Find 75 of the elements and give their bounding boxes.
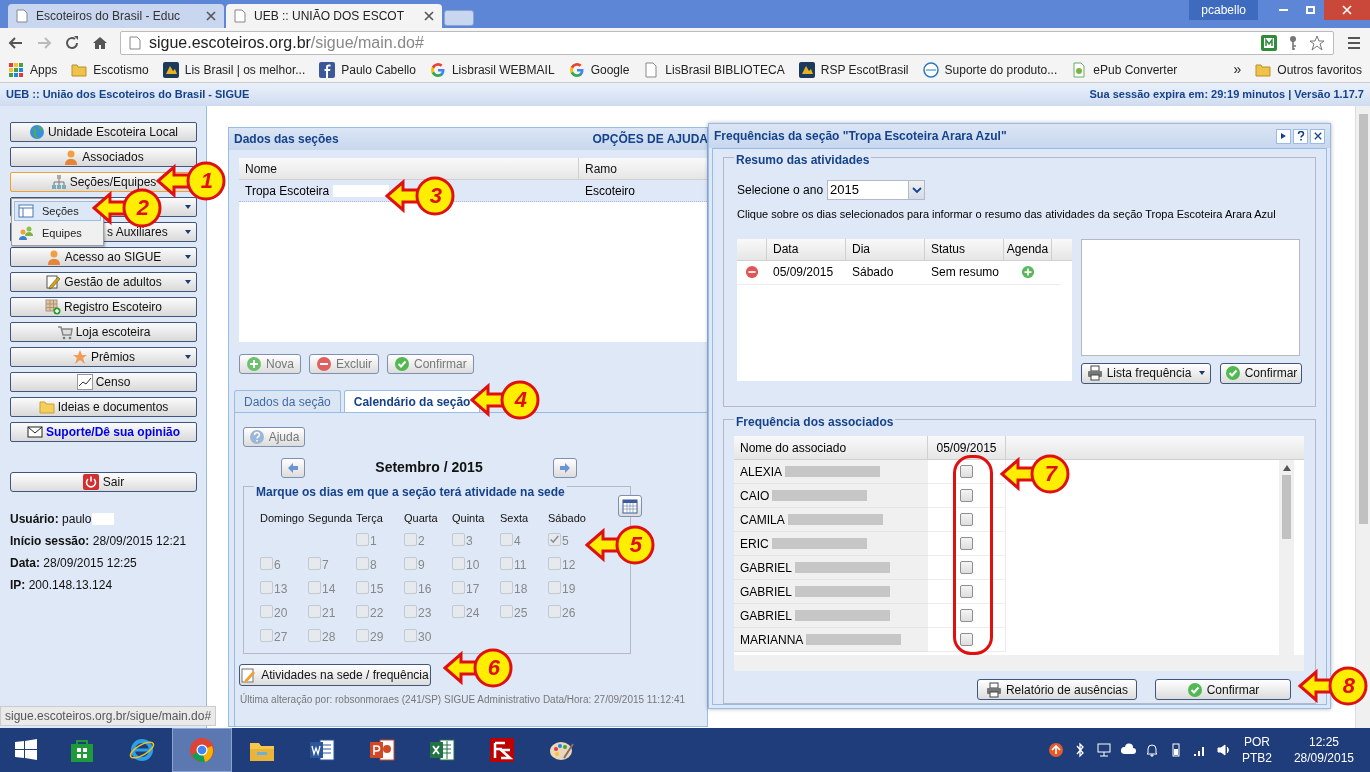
day-number: 17 bbox=[466, 581, 480, 598]
tab-title: Escoteiros do Brasil - Educ bbox=[36, 8, 182, 25]
member-name: GABRIEL bbox=[740, 559, 793, 577]
day-number: 23 bbox=[418, 605, 432, 622]
day-number: 3 bbox=[466, 533, 473, 550]
day-number: 29 bbox=[370, 629, 384, 646]
last-change-note: Última alteração por: robsonmoraes (241/SP) SIGUE Administrativo Data/Hora: 27/09/2015 11:12:41 bbox=[240, 692, 687, 707]
table-cell-text: Sem resumo bbox=[930, 264, 1001, 281]
year-label: Selecione o ano bbox=[737, 182, 824, 199]
day-number: 22 bbox=[370, 605, 384, 622]
member-name: ALEXIA bbox=[740, 463, 783, 481]
table-cell-text: Tropa Escoteira bbox=[245, 182, 330, 200]
weekday-label: Segunda bbox=[308, 512, 353, 524]
day-number: 30 bbox=[418, 629, 432, 646]
day-number: 9 bbox=[418, 557, 425, 574]
callout-tooltip: 3 bbox=[385, 176, 455, 216]
day-number: 10 bbox=[466, 557, 480, 574]
weekday-label: Sexta bbox=[500, 512, 529, 524]
table-cell-text: Sábado bbox=[851, 264, 895, 281]
session-detail: Usuário: paulo bbox=[10, 511, 92, 528]
day-number: 5 bbox=[562, 533, 569, 550]
day-number: 27 bbox=[274, 629, 288, 646]
day-number: 24 bbox=[466, 605, 480, 622]
day-number: 21 bbox=[322, 605, 336, 622]
day-number: 14 bbox=[322, 581, 336, 598]
day-number: 25 bbox=[514, 605, 528, 622]
day-number: 18 bbox=[514, 581, 528, 598]
table-cell-text: 05/09/2015 bbox=[772, 264, 835, 281]
callout-tooltip: 1 bbox=[156, 161, 226, 201]
instruction-text: Clique sobre os dias selecionados para informar o resumo das atividades da seção Tropa Escoteira Arara Azul bbox=[737, 207, 1277, 222]
session-detail: IP: 200.148.13.124 bbox=[10, 577, 113, 594]
member-name: MARIANNA bbox=[740, 631, 804, 649]
member-name: CAMILA bbox=[740, 511, 785, 529]
callout-tooltip: 2 bbox=[92, 188, 162, 228]
weekday-label: Quarta bbox=[404, 512, 438, 524]
day-number: 26 bbox=[562, 605, 576, 622]
fieldset-legend: Marque os dias em que a seção terá atividade na sede bbox=[254, 486, 567, 498]
weekday-label: Sábado bbox=[548, 512, 586, 524]
weekday-label: Terça bbox=[356, 512, 383, 524]
day-number: 1 bbox=[370, 533, 377, 550]
dialog-title: Frequências da seção "Tropa Escoteira Arara Azul" bbox=[714, 128, 1007, 145]
callout-tooltip: 8 bbox=[1298, 666, 1368, 706]
day-number: 16 bbox=[418, 581, 432, 598]
weekday-label: Domingo bbox=[260, 512, 305, 524]
member-name: CAIO bbox=[740, 487, 770, 505]
session-info: Sua sessão expira em: 29:19 minutos | Versão 1.17.7 bbox=[1089, 87, 1364, 103]
panel-title: Dados das seções bbox=[234, 131, 339, 148]
member-name: ERIC bbox=[740, 535, 769, 553]
weekday-label: Quinta bbox=[452, 512, 485, 524]
day-number: 19 bbox=[562, 581, 576, 598]
app-title: UEB :: União dos Escoteiros do Brasil - SIGUE bbox=[6, 87, 250, 103]
day-number: 15 bbox=[370, 581, 384, 598]
callout-tooltip: 5 bbox=[585, 525, 655, 565]
table-cell-text: Escoteiro bbox=[585, 182, 636, 200]
callout-tooltip: 6 bbox=[443, 648, 513, 688]
tab-title: UEB :: UNIÃO DOS ESCOT bbox=[254, 8, 406, 25]
day-number: 4 bbox=[514, 533, 521, 550]
day-number: 12 bbox=[562, 557, 576, 574]
callout-tooltip: 7 bbox=[1000, 454, 1070, 494]
day-number: 28 bbox=[322, 629, 336, 646]
month-title: Setembro / 2015 bbox=[375, 458, 483, 477]
day-number: 11 bbox=[514, 557, 527, 574]
day-number: 2 bbox=[418, 533, 425, 550]
member-name: GABRIEL bbox=[740, 583, 793, 601]
day-number: 20 bbox=[274, 605, 288, 622]
session-detail: Início sessão: 28/09/2015 12:21 bbox=[10, 533, 187, 550]
status-url: sigue.escoteiros.org.br/sigue/main.do# bbox=[0, 706, 217, 726]
session-detail: Data: 28/09/2015 12:25 bbox=[10, 555, 137, 572]
url-text: sigue.escoteiros.org.br/sigue/main.do# bbox=[149, 32, 425, 53]
day-number: 8 bbox=[370, 557, 377, 574]
day-number: 6 bbox=[274, 557, 281, 574]
callout-tooltip: 4 bbox=[470, 380, 540, 420]
member-name: GABRIEL bbox=[740, 607, 793, 625]
day-number: 13 bbox=[274, 581, 288, 598]
day-number: 7 bbox=[322, 557, 329, 574]
